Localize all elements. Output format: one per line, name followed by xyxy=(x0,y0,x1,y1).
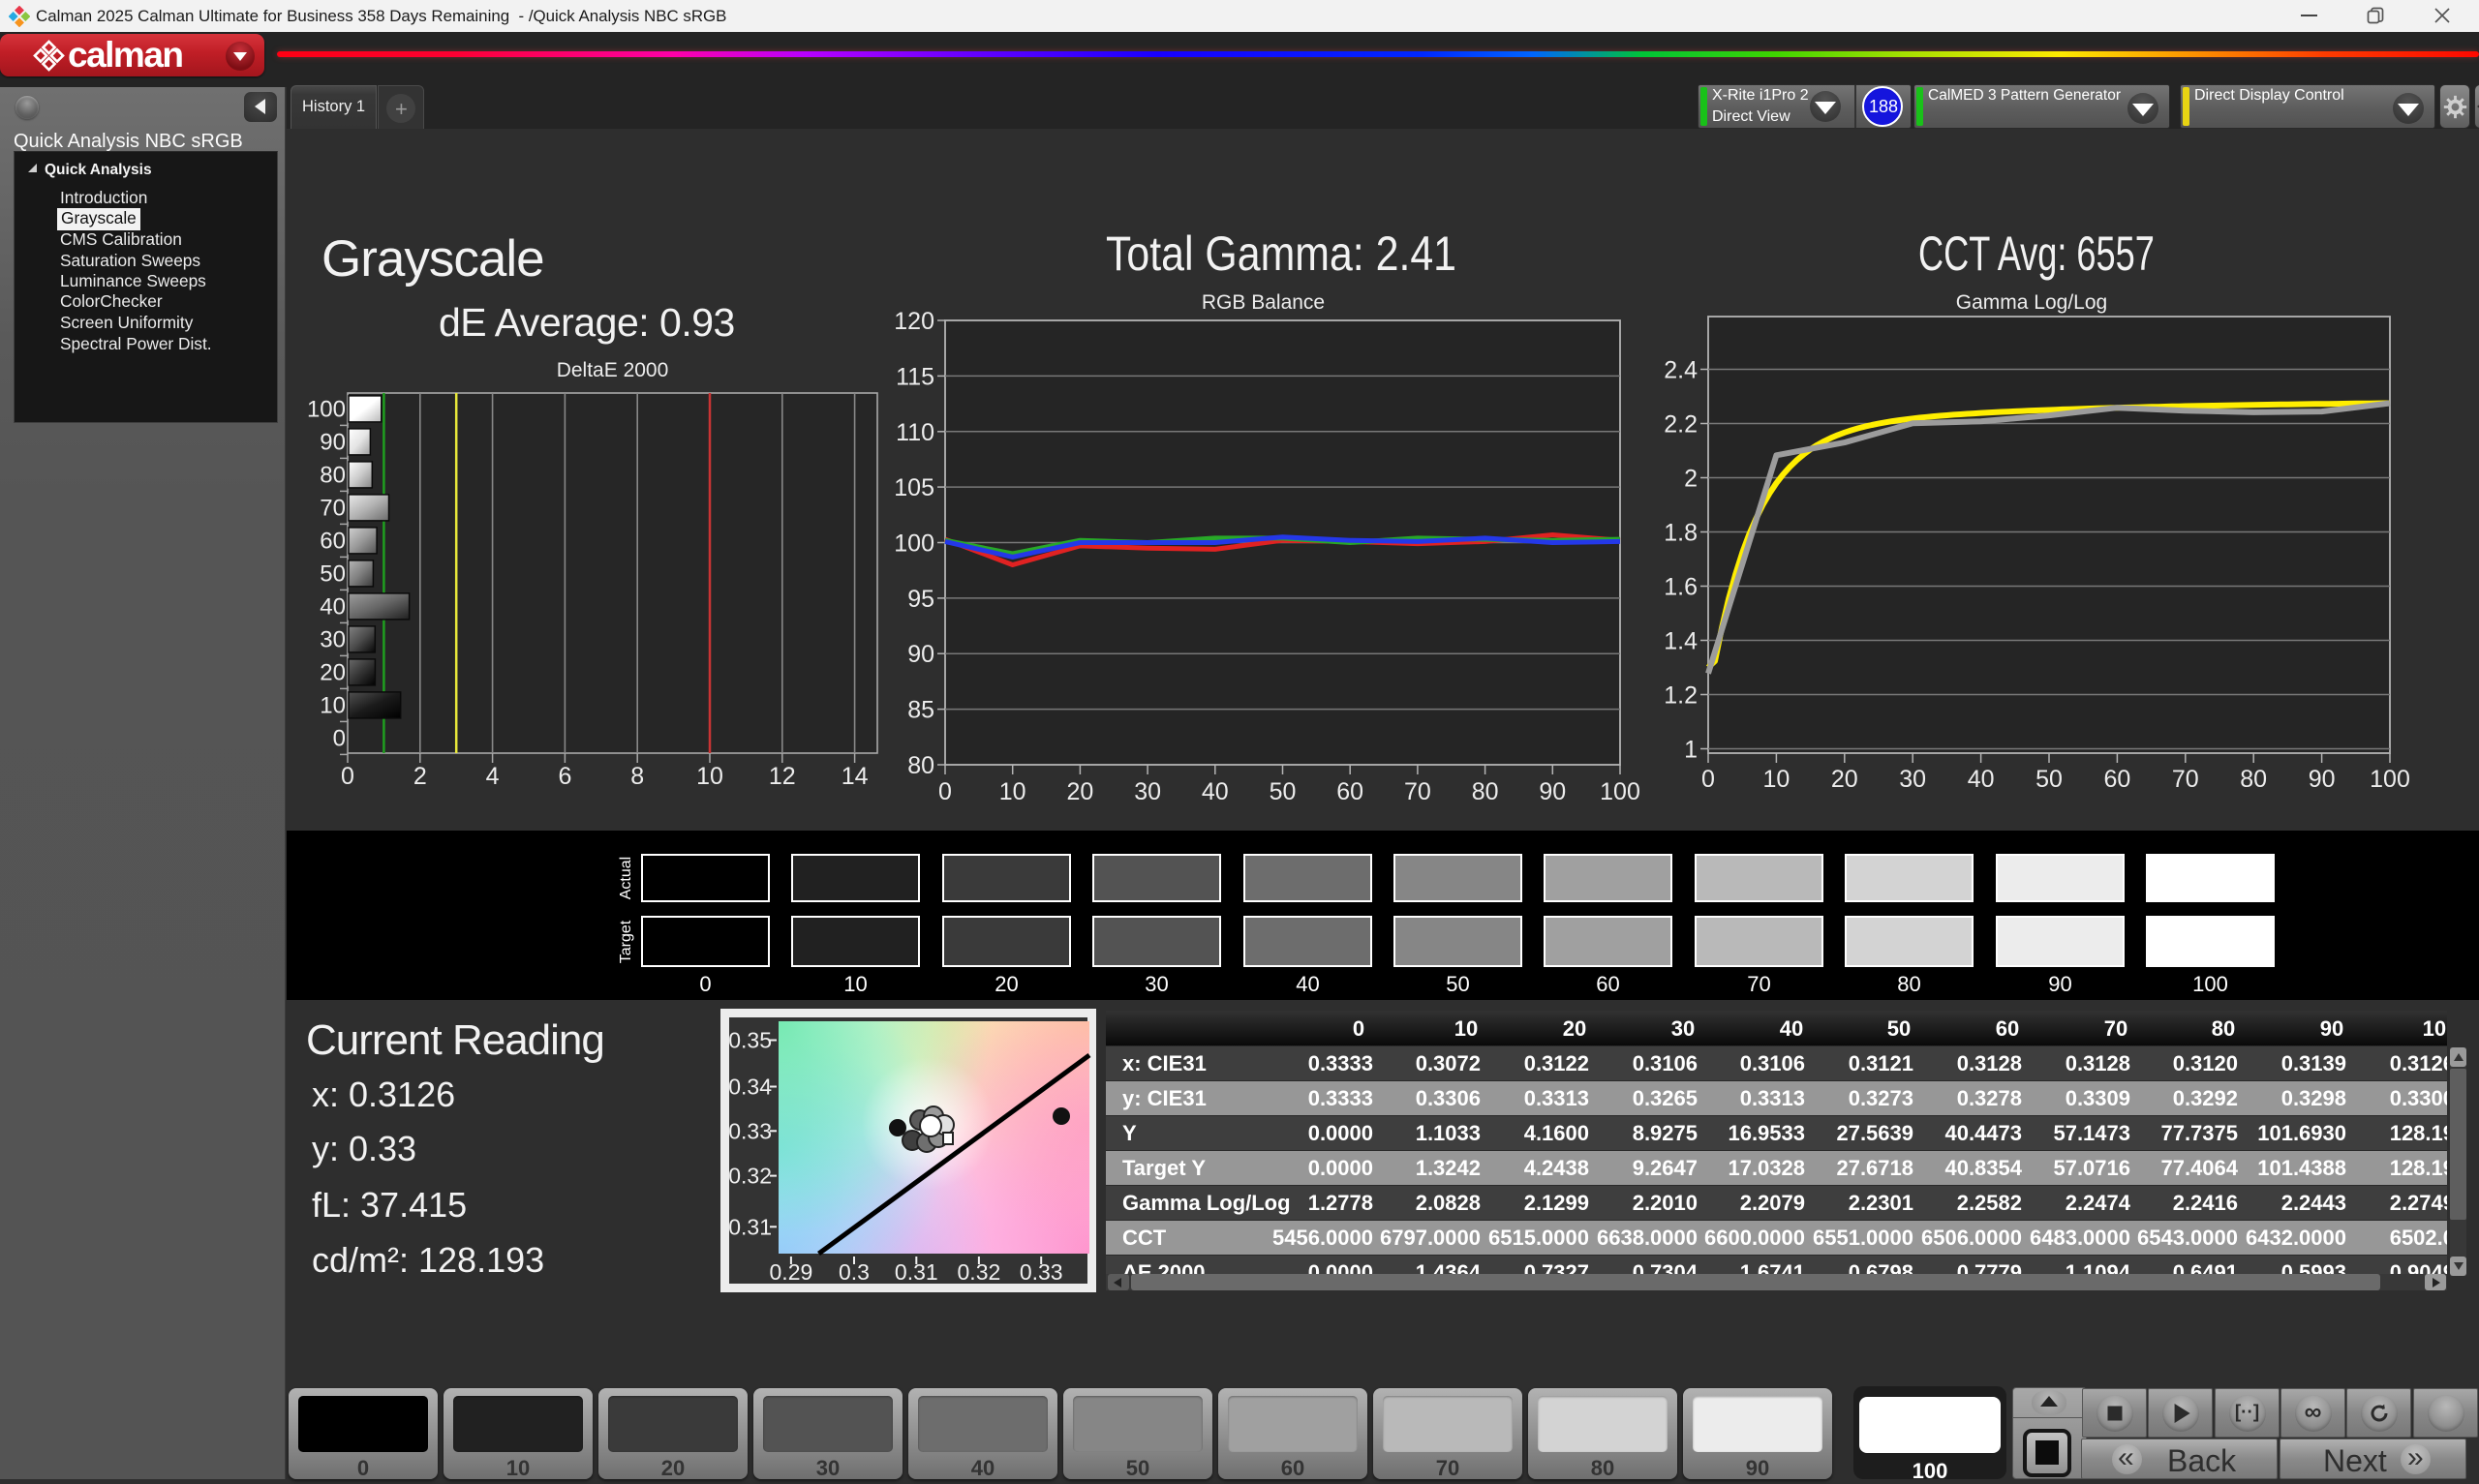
svg-text:30: 30 xyxy=(1134,778,1161,805)
svg-text:70: 70 xyxy=(320,495,346,521)
svg-text:50: 50 xyxy=(1270,778,1297,805)
svg-text:2: 2 xyxy=(1684,466,1698,493)
svg-text:85: 85 xyxy=(907,697,934,724)
svg-text:100: 100 xyxy=(307,396,346,422)
svg-text:10: 10 xyxy=(999,778,1026,805)
svg-text:40: 40 xyxy=(1202,778,1229,805)
svg-text:20: 20 xyxy=(320,659,346,685)
svg-text:1.2: 1.2 xyxy=(1664,682,1698,710)
svg-text:8: 8 xyxy=(630,763,644,790)
svg-text:90: 90 xyxy=(907,641,934,668)
svg-text:80: 80 xyxy=(1472,778,1499,805)
svg-text:0: 0 xyxy=(333,725,346,751)
svg-text:110: 110 xyxy=(896,419,934,446)
svg-text:100: 100 xyxy=(2370,766,2410,793)
svg-text:2.2: 2.2 xyxy=(1664,411,1698,439)
svg-text:0.31: 0.31 xyxy=(728,1214,772,1239)
svg-text:120: 120 xyxy=(894,308,934,335)
svg-text:95: 95 xyxy=(907,586,934,613)
svg-text:20: 20 xyxy=(1831,766,1858,793)
svg-text:20: 20 xyxy=(1066,778,1093,805)
svg-text:10: 10 xyxy=(320,692,346,718)
svg-text:12: 12 xyxy=(769,763,796,790)
svg-text:0: 0 xyxy=(341,763,354,790)
svg-text:100: 100 xyxy=(1600,778,1640,805)
svg-text:10: 10 xyxy=(1762,766,1790,793)
svg-text:90: 90 xyxy=(2309,766,2336,793)
svg-text:70: 70 xyxy=(1404,778,1431,805)
svg-text:calman: calman xyxy=(68,40,183,72)
svg-text:0: 0 xyxy=(938,778,952,805)
svg-text:40: 40 xyxy=(1968,766,1995,793)
svg-text:80: 80 xyxy=(2240,766,2267,793)
svg-text:0.34: 0.34 xyxy=(728,1075,772,1100)
svg-text:1.8: 1.8 xyxy=(1664,520,1698,547)
svg-text:40: 40 xyxy=(320,593,346,620)
svg-text:2: 2 xyxy=(413,763,427,790)
svg-text:1: 1 xyxy=(1684,737,1698,764)
svg-text:1.6: 1.6 xyxy=(1664,574,1698,601)
svg-text:6: 6 xyxy=(558,763,571,790)
svg-text:60: 60 xyxy=(2103,766,2130,793)
svg-text:105: 105 xyxy=(894,474,934,501)
svg-text:90: 90 xyxy=(320,429,346,455)
svg-text:0.35: 0.35 xyxy=(728,1028,772,1053)
svg-text:0.33: 0.33 xyxy=(728,1118,772,1143)
svg-text:115: 115 xyxy=(896,363,934,390)
svg-text:30: 30 xyxy=(320,626,346,652)
svg-text:0: 0 xyxy=(1701,766,1715,793)
svg-text:80: 80 xyxy=(907,752,934,779)
svg-text:50: 50 xyxy=(2035,766,2063,793)
svg-text:50: 50 xyxy=(320,560,346,587)
svg-text:2.4: 2.4 xyxy=(1664,357,1698,384)
svg-text:10: 10 xyxy=(696,763,723,790)
svg-text:0.32: 0.32 xyxy=(728,1164,772,1189)
svg-text:60: 60 xyxy=(320,528,346,554)
svg-text:4: 4 xyxy=(486,763,500,790)
svg-text:90: 90 xyxy=(1539,778,1566,805)
svg-text:60: 60 xyxy=(1336,778,1363,805)
svg-text:30: 30 xyxy=(1899,766,1926,793)
svg-text:100: 100 xyxy=(894,530,934,558)
svg-text:70: 70 xyxy=(2172,766,2199,793)
svg-text:80: 80 xyxy=(320,462,346,488)
svg-text:1.4: 1.4 xyxy=(1664,628,1698,655)
